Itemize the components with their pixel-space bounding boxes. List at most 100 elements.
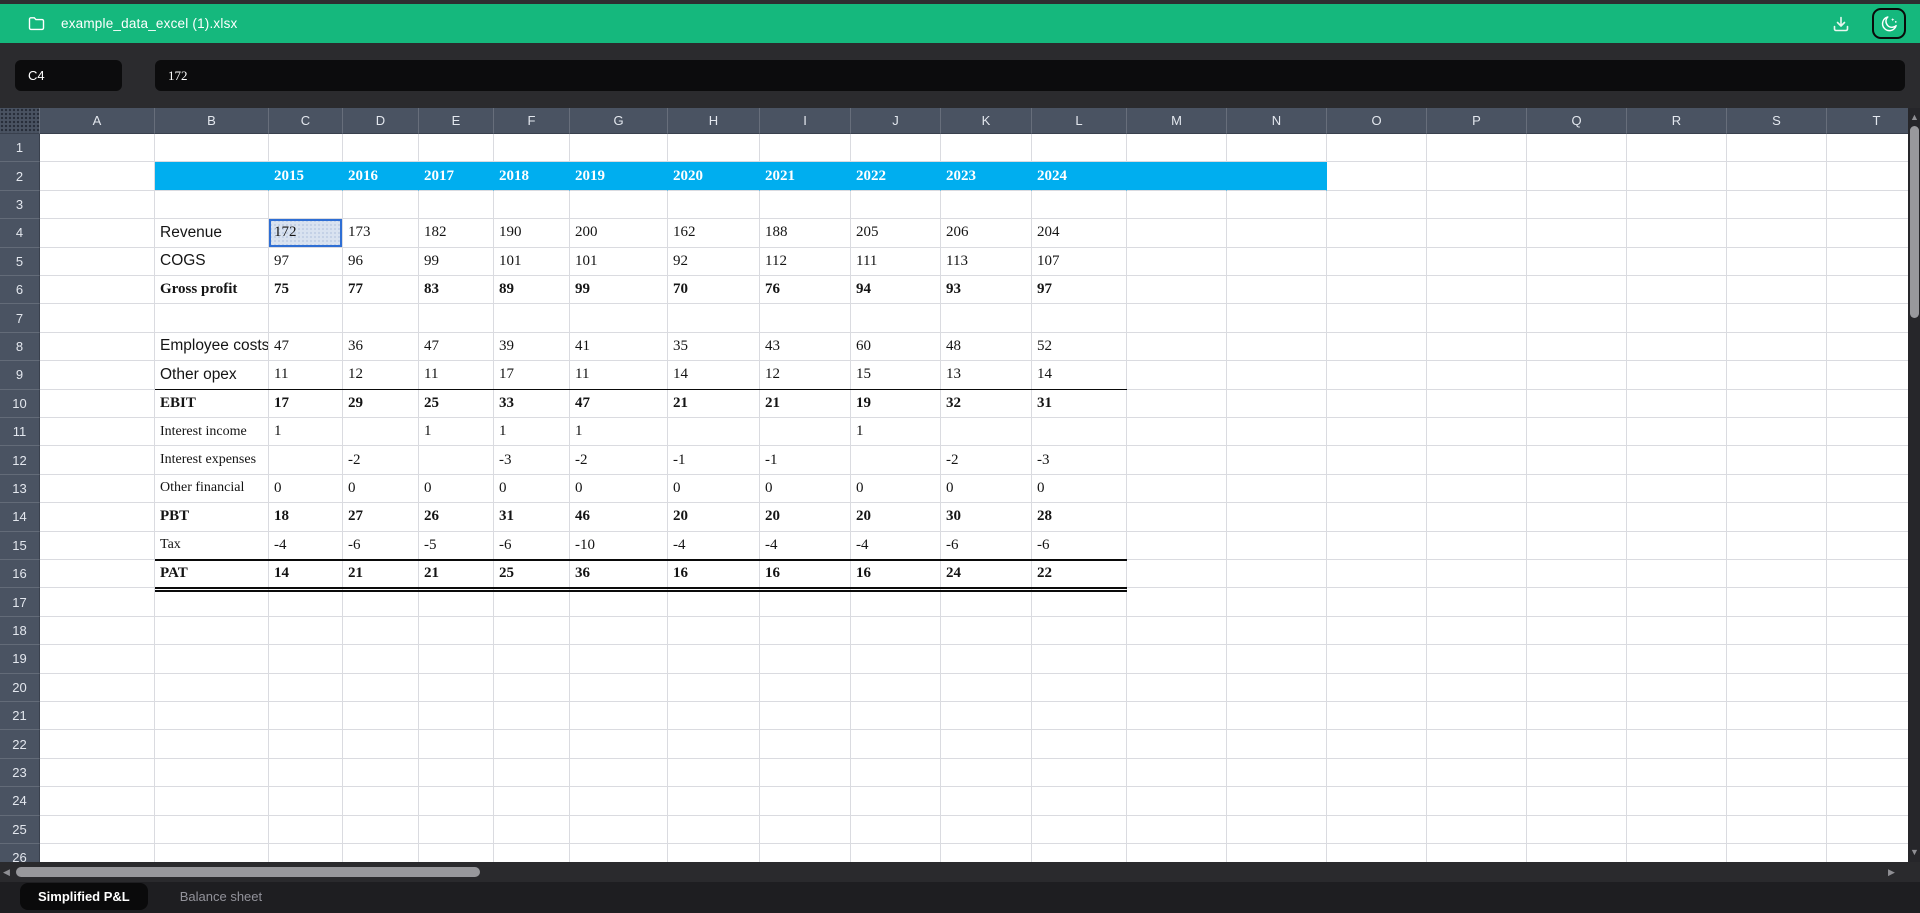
row-header[interactable]: 15 bbox=[0, 532, 40, 560]
cell[interactable]: 16 bbox=[668, 560, 760, 588]
cell[interactable] bbox=[668, 674, 760, 702]
cell[interactable] bbox=[1427, 532, 1527, 560]
cell[interactable]: 11 bbox=[419, 361, 494, 389]
cell[interactable] bbox=[155, 759, 269, 787]
cell[interactable] bbox=[1627, 304, 1727, 332]
cell[interactable] bbox=[1227, 645, 1327, 673]
row-label[interactable]: COGS bbox=[155, 248, 269, 276]
row-label[interactable]: Tax bbox=[155, 532, 269, 560]
cell[interactable] bbox=[343, 702, 419, 730]
cell[interactable]: -2 bbox=[941, 446, 1032, 474]
cell[interactable]: -1 bbox=[760, 446, 851, 474]
row-label[interactable]: Interest income bbox=[155, 418, 269, 446]
cell[interactable] bbox=[1727, 816, 1827, 844]
column-header[interactable]: I bbox=[760, 108, 851, 134]
cell[interactable]: 20 bbox=[668, 503, 760, 531]
cell[interactable] bbox=[668, 304, 760, 332]
cell[interactable]: 206 bbox=[941, 219, 1032, 247]
cell[interactable] bbox=[570, 191, 668, 219]
cell[interactable]: 162 bbox=[668, 219, 760, 247]
cell[interactable] bbox=[1127, 617, 1227, 645]
cell[interactable]: 48 bbox=[941, 333, 1032, 361]
cell[interactable] bbox=[1527, 787, 1627, 815]
cell[interactable]: 19 bbox=[851, 390, 941, 418]
cell[interactable] bbox=[40, 162, 155, 190]
cell[interactable]: 0 bbox=[760, 475, 851, 503]
cell[interactable] bbox=[668, 844, 760, 862]
cell[interactable] bbox=[1527, 446, 1627, 474]
cell[interactable] bbox=[1527, 191, 1627, 219]
cell[interactable] bbox=[155, 674, 269, 702]
cell[interactable] bbox=[1527, 418, 1627, 446]
cell[interactable] bbox=[1227, 560, 1327, 588]
cell[interactable] bbox=[1627, 248, 1727, 276]
cell[interactable] bbox=[1827, 759, 1908, 787]
cell[interactable] bbox=[941, 304, 1032, 332]
cell[interactable] bbox=[851, 191, 941, 219]
cell[interactable] bbox=[269, 787, 343, 815]
cell[interactable] bbox=[1727, 560, 1827, 588]
cell[interactable] bbox=[1827, 248, 1908, 276]
cell[interactable] bbox=[1727, 475, 1827, 503]
column-header[interactable]: G bbox=[570, 108, 668, 134]
cell[interactable] bbox=[1727, 333, 1827, 361]
cell[interactable] bbox=[1827, 134, 1908, 162]
cell[interactable] bbox=[1627, 503, 1727, 531]
cell[interactable] bbox=[419, 134, 494, 162]
cell[interactable] bbox=[1327, 333, 1427, 361]
cell[interactable] bbox=[1627, 475, 1727, 503]
cell[interactable]: 60 bbox=[851, 333, 941, 361]
cell[interactable] bbox=[1127, 532, 1227, 560]
cell[interactable] bbox=[1227, 816, 1327, 844]
cell[interactable] bbox=[1627, 361, 1727, 389]
cell[interactable] bbox=[1427, 674, 1527, 702]
column-header[interactable]: Q bbox=[1527, 108, 1627, 134]
cell[interactable] bbox=[155, 787, 269, 815]
cell[interactable] bbox=[1127, 446, 1227, 474]
cell[interactable]: 21 bbox=[419, 560, 494, 588]
cell[interactable] bbox=[1227, 134, 1327, 162]
cell[interactable] bbox=[1032, 645, 1127, 673]
row-header[interactable]: 22 bbox=[0, 730, 40, 758]
cell[interactable] bbox=[570, 588, 668, 616]
cell[interactable] bbox=[1427, 276, 1527, 304]
cell[interactable] bbox=[851, 702, 941, 730]
cell[interactable] bbox=[1527, 304, 1627, 332]
row-header[interactable]: 8 bbox=[0, 333, 40, 361]
cell[interactable]: 17 bbox=[269, 390, 343, 418]
cell[interactable] bbox=[343, 674, 419, 702]
cell[interactable]: 33 bbox=[494, 390, 570, 418]
cell[interactable] bbox=[1827, 617, 1908, 645]
cell[interactable] bbox=[1127, 645, 1227, 673]
cell[interactable] bbox=[1327, 730, 1427, 758]
cell[interactable] bbox=[1827, 475, 1908, 503]
cell[interactable] bbox=[40, 503, 155, 531]
cell[interactable] bbox=[1227, 503, 1327, 531]
cell[interactable] bbox=[1727, 787, 1827, 815]
row-label[interactable]: Other financial bbox=[155, 475, 269, 503]
cell[interactable] bbox=[668, 617, 760, 645]
column-header[interactable]: R bbox=[1627, 108, 1727, 134]
cell[interactable] bbox=[1727, 162, 1827, 190]
cell[interactable] bbox=[760, 191, 851, 219]
cell[interactable] bbox=[1227, 248, 1327, 276]
cell[interactable] bbox=[1427, 588, 1527, 616]
cell[interactable] bbox=[155, 588, 269, 616]
cell[interactable] bbox=[760, 645, 851, 673]
cell[interactable] bbox=[1827, 333, 1908, 361]
cell[interactable] bbox=[1032, 134, 1127, 162]
cell[interactable] bbox=[1827, 702, 1908, 730]
column-header[interactable]: F bbox=[494, 108, 570, 134]
row-header[interactable]: 14 bbox=[0, 503, 40, 531]
cell[interactable] bbox=[570, 645, 668, 673]
cell[interactable]: 0 bbox=[269, 475, 343, 503]
cell[interactable] bbox=[760, 816, 851, 844]
cell[interactable] bbox=[1127, 674, 1227, 702]
cell[interactable]: 2024 bbox=[1032, 162, 1127, 190]
cell[interactable]: 101 bbox=[494, 248, 570, 276]
cell[interactable]: 83 bbox=[419, 276, 494, 304]
column-header[interactable]: H bbox=[668, 108, 760, 134]
cell[interactable] bbox=[40, 617, 155, 645]
cell[interactable] bbox=[570, 134, 668, 162]
cell[interactable] bbox=[1327, 390, 1427, 418]
